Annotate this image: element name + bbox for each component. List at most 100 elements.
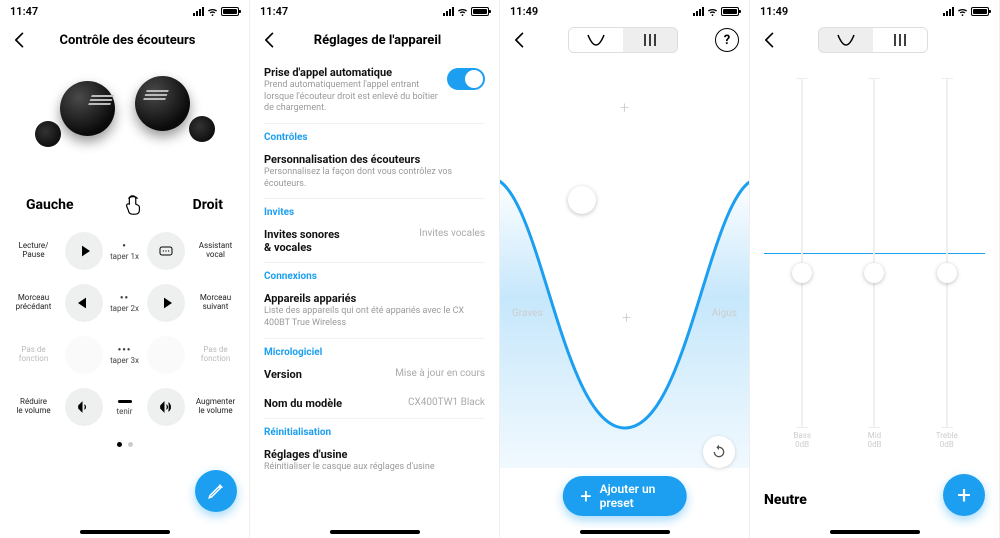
slider-treble[interactable]: Treble0dB: [927, 78, 967, 458]
eq-curve: [500, 58, 750, 468]
setting-title: Prise d'appel automatique: [264, 66, 439, 79]
section-firmware: Micrologiciel: [264, 339, 485, 360]
eq-mode-segmented[interactable]: [568, 27, 678, 53]
status-indicators: [193, 6, 239, 17]
eq-curve-area[interactable]: + + Graves Aigus + Ajouter un preset: [500, 58, 749, 538]
right-tap1-button[interactable]: [147, 232, 185, 270]
pencil-icon: [207, 482, 225, 500]
page-title: Contrôle des écouteurs: [36, 33, 219, 48]
header: Contrôle des écouteurs: [0, 22, 249, 58]
status-bar: 11:47: [250, 0, 499, 22]
right-tap2-button[interactable]: [147, 284, 185, 322]
home-indicator[interactable]: [80, 530, 170, 534]
bass-label: Graves: [512, 308, 543, 319]
add-preset-fab[interactable]: +: [943, 474, 985, 516]
earbud-right-image: [135, 76, 215, 151]
setting-title: Réglages d'usine: [264, 448, 485, 461]
home-indicator[interactable]: [330, 530, 420, 534]
wifi-icon: [957, 6, 968, 17]
slider-thumb[interactable]: [937, 263, 957, 283]
row-factory-reset[interactable]: Réglages d'usine Réinitialiser le casque…: [264, 440, 485, 482]
header: Réglages de l'appareil: [250, 22, 499, 58]
screen-device-settings: 11:47 Réglages de l'appareil Prise d'app…: [250, 0, 500, 538]
back-icon[interactable]: [10, 30, 30, 50]
eq-sliders-area: Bass0dB Mid0dB Treble0dB: [750, 58, 999, 538]
right-hold-button[interactable]: [147, 388, 185, 426]
slider-thumb[interactable]: [792, 263, 812, 283]
reset-button[interactable]: [703, 436, 735, 468]
row-customize-controls[interactable]: Personnalisation des écouteurs Personnal…: [264, 145, 485, 199]
eq-mode-segmented[interactable]: [818, 27, 928, 53]
side-labels: Gauche Droit: [26, 194, 223, 216]
wifi-icon: [207, 6, 218, 17]
cell-signal-icon: [443, 7, 454, 16]
controls-grid: Lecture/ Pause •taper 1x Assistant vocal…: [0, 226, 249, 432]
preset-name: Neutre: [764, 492, 807, 508]
back-icon[interactable]: [760, 30, 780, 50]
left-tap2-button[interactable]: [65, 284, 103, 322]
cell-signal-icon: [943, 7, 954, 16]
screen-earbud-controls: 11:47 Contrôle des écouteurs Gauche Droi…: [0, 0, 250, 538]
action-label: Lecture/ Pause: [6, 242, 62, 260]
status-time: 11:47: [260, 5, 288, 18]
setting-value: Mise à jour en cours: [395, 368, 485, 379]
home-indicator[interactable]: [580, 530, 670, 534]
left-label: Gauche: [26, 197, 74, 213]
treble-label: Aigus: [712, 308, 737, 319]
home-indicator[interactable]: [830, 530, 920, 534]
setting-title: Invites sonores & vocales: [264, 228, 340, 254]
row-model: Nom du modèle CX400TW1 Black: [264, 389, 485, 419]
tap-2x: ••taper 2x: [106, 293, 144, 313]
left-tap3-button[interactable]: [65, 336, 103, 374]
status-time: 11:49: [510, 5, 538, 18]
slider-mid[interactable]: Mid0dB: [854, 78, 894, 458]
row-paired-devices[interactable]: Appareils appariés Liste des appareils q…: [264, 284, 485, 338]
setting-subtitle: Réinitialiser le casque aux réglages d'u…: [264, 462, 485, 474]
left-hold-button[interactable]: [65, 388, 103, 426]
section-connections: Connexions: [264, 263, 485, 284]
toggle-auto-answer[interactable]: [447, 68, 485, 90]
setting-title: Personnalisation des écouteurs: [264, 153, 485, 166]
action-label: Réduire le volume: [6, 398, 62, 416]
plus-icon: +: [580, 486, 591, 506]
edit-fab[interactable]: [195, 470, 237, 512]
battery-icon: [471, 7, 489, 16]
right-tap3-button[interactable]: [147, 336, 185, 374]
earbuds-image: [20, 66, 230, 176]
status-bar: 11:49: [750, 0, 999, 22]
left-tap1-button[interactable]: [65, 232, 103, 270]
plus-top-icon: +: [620, 98, 629, 117]
battery-icon: [721, 7, 739, 16]
cell-signal-icon: [193, 7, 204, 16]
back-icon[interactable]: [510, 30, 530, 50]
setting-title: Nom du modèle: [264, 397, 342, 410]
section-controls: Contrôles: [264, 124, 485, 145]
row-version[interactable]: Version Mise à jour en cours: [264, 360, 485, 389]
back-icon[interactable]: [260, 30, 280, 50]
setting-value: Invites vocales: [419, 228, 485, 239]
slider-thumb[interactable]: [864, 263, 884, 283]
help-button[interactable]: ?: [715, 28, 739, 52]
setting-title: Version: [264, 368, 302, 381]
row-auto-answer[interactable]: Prise d'appel automatique Prend automati…: [264, 58, 485, 124]
battery-icon: [221, 7, 239, 16]
action-label: Morceau suivant: [188, 294, 244, 312]
battery-icon: [971, 7, 989, 16]
page-indicator[interactable]: [0, 442, 249, 447]
row-voice-prompts[interactable]: Invites sonores & vocales Invites vocale…: [264, 220, 485, 263]
header: ?: [500, 22, 749, 58]
cell-signal-icon: [693, 7, 704, 16]
action-label: Pas de fonction: [6, 346, 62, 364]
right-label: Droit: [193, 197, 223, 213]
setting-subtitle: Prend automatiquement l'appel entrant lo…: [264, 80, 439, 115]
slider-bass[interactable]: Bass0dB: [782, 78, 822, 458]
tap-3x: •••taper 3x: [106, 345, 144, 365]
wifi-icon: [457, 6, 468, 17]
tap-hold: tenir: [106, 398, 144, 416]
tap-icon: [122, 194, 144, 216]
reset-icon: [711, 444, 727, 460]
screen-eq-sliders: 11:49 Bass0dB Mid0dB Treble0dB: [750, 0, 1000, 538]
add-preset-button[interactable]: + Ajouter un preset: [562, 476, 687, 516]
eq-handle[interactable]: [568, 186, 596, 214]
setting-value: CX400TW1 Black: [408, 397, 485, 408]
